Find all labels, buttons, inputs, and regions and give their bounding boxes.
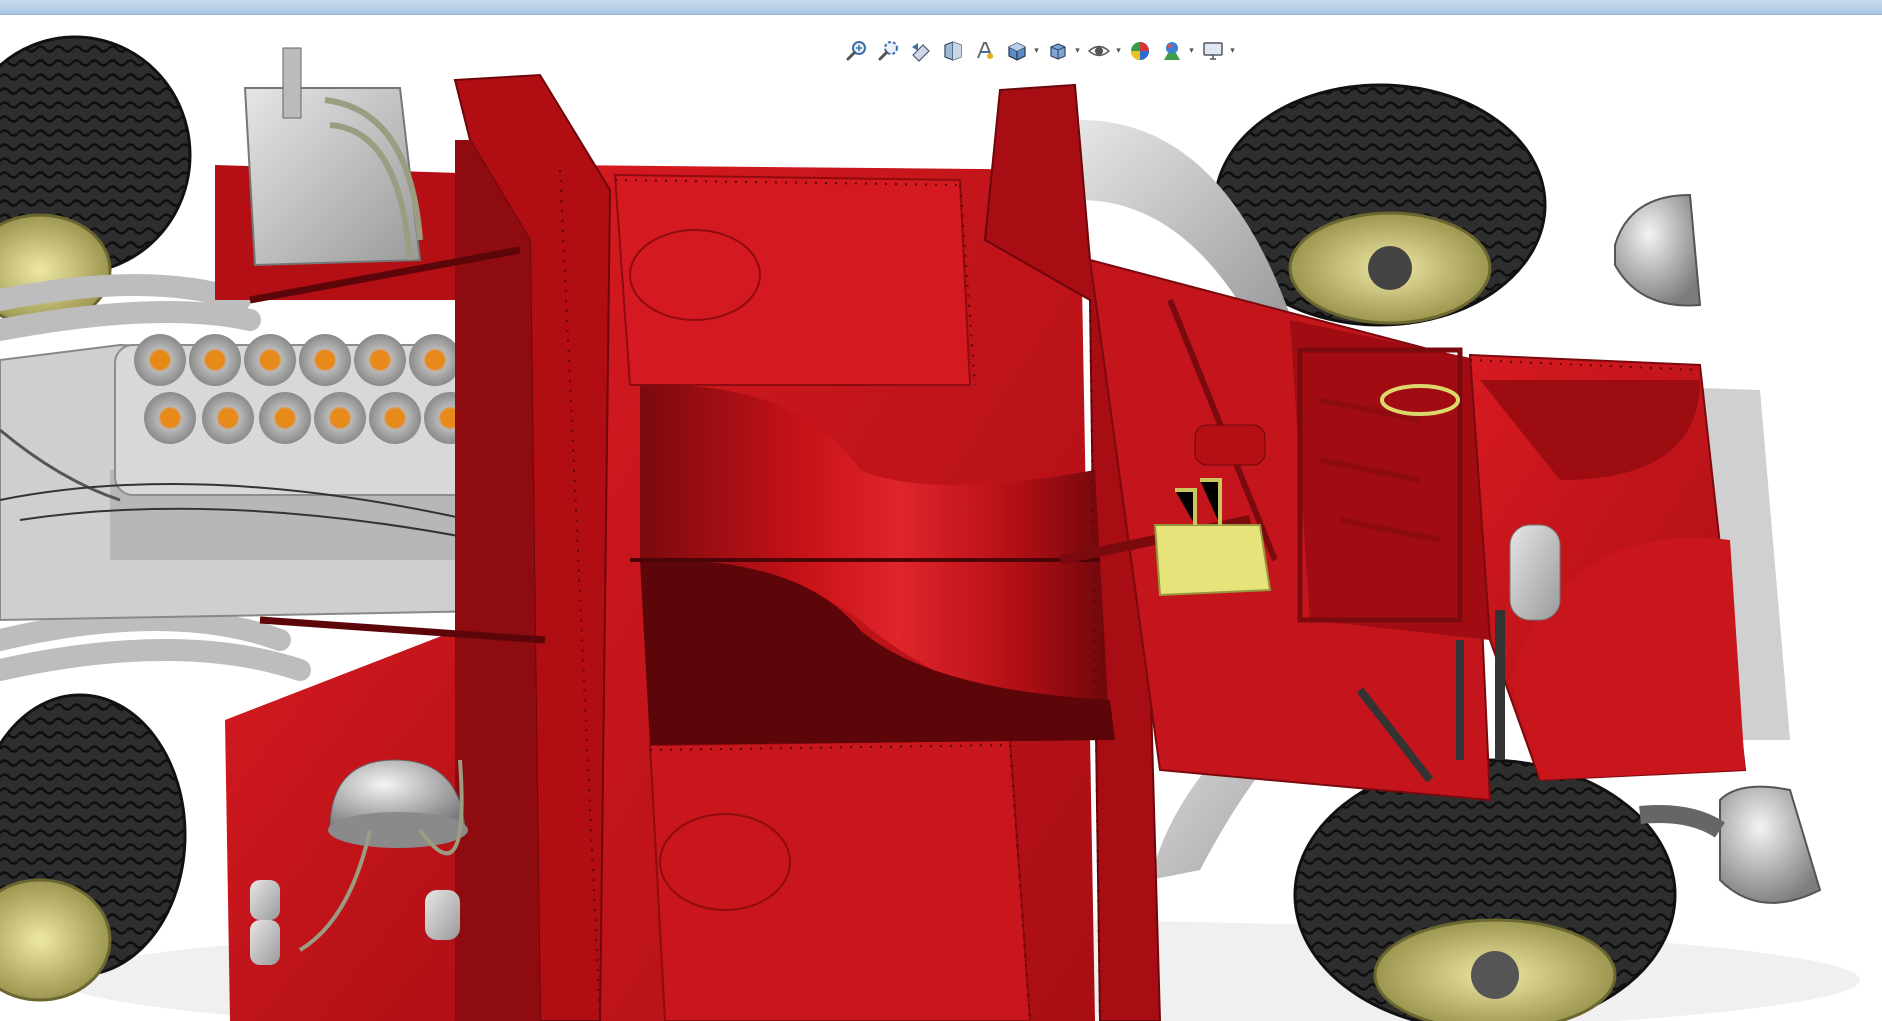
brake-servo — [1194, 424, 1266, 466]
3d-model-render[interactable] — [0, 15, 1882, 1021]
window-title-strip — [0, 0, 1882, 15]
brake-reservoir — [1509, 524, 1561, 621]
hide-show-items-dropdown[interactable]: ▾ — [1114, 36, 1123, 66]
edit-appearance-button[interactable] — [1125, 36, 1155, 66]
dynamic-annotation-icon — [977, 42, 993, 59]
display-style-dropdown[interactable]: ▾ — [1073, 36, 1082, 66]
view-settings-icon — [1203, 42, 1223, 60]
oil-tank — [243, 47, 423, 267]
graphics-viewport[interactable]: ▾ ▾ ▾ ▾ ▾ — [0, 15, 1882, 1021]
headlight-bucket-left — [1614, 193, 1702, 307]
apply-scene-icon — [1164, 42, 1180, 60]
section-view-button[interactable] — [938, 36, 968, 66]
zoom-to-fit-icon — [846, 41, 866, 61]
view-orientation-icon — [1008, 42, 1026, 61]
previous-view-icon — [912, 43, 930, 62]
dynamic-annotation-button[interactable] — [970, 36, 1000, 66]
section-view-icon — [944, 41, 962, 61]
display-style-icon — [1050, 43, 1066, 60]
edit-appearance-icon — [1131, 42, 1149, 60]
hide-show-items-button[interactable] — [1084, 36, 1114, 66]
heads-up-view-toolbar: ▾ ▾ ▾ ▾ ▾ — [838, 35, 1241, 67]
apply-scene-dropdown[interactable]: ▾ — [1187, 36, 1196, 66]
view-settings-button[interactable] — [1198, 36, 1228, 66]
view-orientation-button[interactable] — [1002, 36, 1032, 66]
zoom-to-fit-button[interactable] — [842, 36, 872, 66]
apply-scene-button[interactable] — [1157, 36, 1187, 66]
display-style-button[interactable] — [1043, 36, 1073, 66]
hide-show-items-icon — [1087, 45, 1111, 57]
previous-view-button[interactable] — [906, 36, 936, 66]
view-settings-dropdown[interactable]: ▾ — [1228, 36, 1237, 66]
view-orientation-dropdown[interactable]: ▾ — [1032, 36, 1041, 66]
zoom-to-area-icon — [878, 41, 898, 61]
zoom-to-area-button[interactable] — [874, 36, 904, 66]
